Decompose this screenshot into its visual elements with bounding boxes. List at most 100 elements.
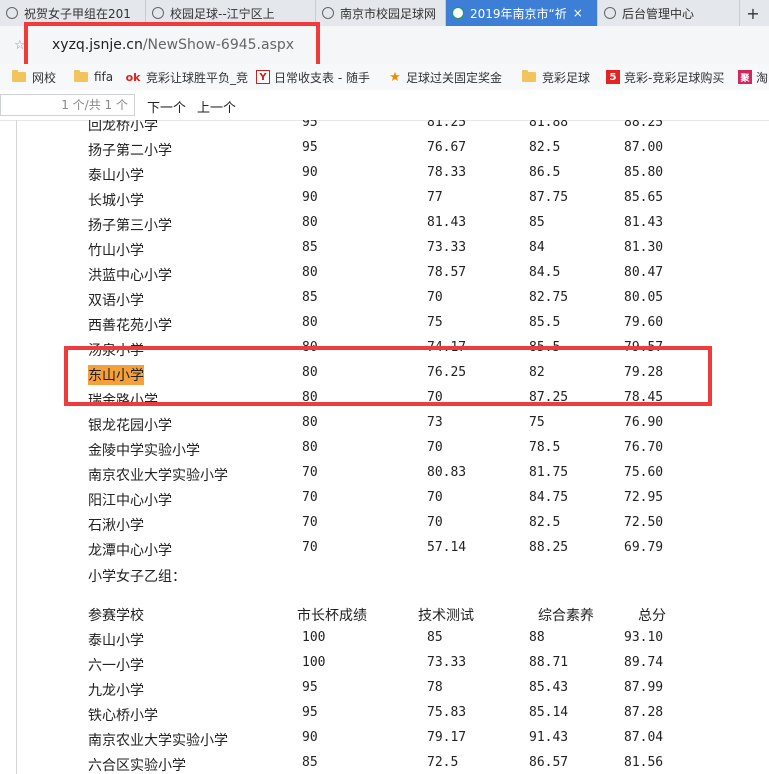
cell-school: 金陵中学实验小学 [88,443,200,459]
find-next-button[interactable]: 下一个 [147,97,186,116]
cell-school: 南京农业大学实验小学 [88,733,228,749]
table-row: 南京农业大学实验小学 90 79.17 91.43 87.04 [0,727,769,752]
header-technical: 技术测试 [418,608,474,624]
cell-b: 70 [427,440,443,455]
cell-c: 87.75 [529,190,569,205]
cell-b: 70 [427,490,443,505]
cell-school: 龙潭中心小学 [88,543,172,559]
y-icon: Y [256,70,270,84]
cell-d: 88.25 [624,120,664,130]
cell-a: 90 [302,165,318,180]
bookmark-jingcai-rangqiu[interactable]: ok 竞彩让球胜平负_竞 [124,64,248,90]
globe-icon [322,7,334,19]
cell-c: 84.5 [529,265,561,280]
cell-d: 80.05 [624,290,664,305]
cell-b: 73.33 [427,240,467,255]
bookmark-fifa[interactable]: fifa [74,64,118,90]
cell-a: 95 [302,140,318,155]
globe-icon [152,7,164,19]
folder-icon [12,70,26,82]
bookmark-wangxiao[interactable]: 网校 [12,64,72,90]
cell-c: 84 [529,240,545,255]
close-icon[interactable]: × [573,6,583,20]
find-prev-button[interactable]: 上一个 [197,97,236,116]
table-row: 铁心桥小学 95 75.83 85.14 87.28 [0,702,769,727]
cell-d: 76.90 [624,415,664,430]
bookmark-zuqiu-guoguan[interactable]: ★ 足球过关固定奖金 [388,64,508,90]
cell-c: 84.75 [529,490,569,505]
bookmark-jingcai-goumai[interactable]: 5 竞彩-竞彩足球购买 [606,64,726,90]
cell-a: 100 [302,630,326,645]
bookmarks-bar: 网校 fifa ok 竞彩让球胜平负_竞 Y 日常收支表 - 随手 ★ 足球过关… [0,64,769,91]
table-row: 六一小学 100 73.33 88.71 89.74 [0,652,769,677]
cell-d: 80.47 [624,265,664,280]
cell-b: 73.33 [427,655,467,670]
table-row: 长城小学 90 77 87.75 85.65 [0,187,769,212]
cell-b: 57.14 [427,540,467,555]
tab-5[interactable]: 后台管理中心 [598,0,740,26]
header-school: 参赛学校 [88,608,144,624]
globe-icon [604,7,616,19]
cell-c: 78.5 [529,440,561,455]
cell-d: 87.00 [624,140,664,155]
table-row: 银龙花园小学 80 73 75 76.90 [0,412,769,437]
table-row: 扬子第三小学 80 81.43 85 81.43 [0,212,769,237]
highlight-box-row [64,346,712,406]
globe-icon [452,7,464,19]
cell-school: 西善花苑小学 [88,318,172,334]
cell-a: 85 [302,755,318,770]
table-row: 龙潭中心小学 70 57.14 88.25 69.79 [0,537,769,562]
bookmark-label: 淘 [756,70,769,85]
header-mayor-cup: 市长杯成绩 [297,608,367,624]
tab-label: 2019年南京市“祈 [470,6,567,21]
cell-c: 88.71 [529,655,569,670]
cell-a: 80 [302,315,318,330]
cell-c: 91.43 [529,730,569,745]
cell-a: 95 [302,120,318,130]
table-row: 六合区实验小学 85 72.5 86.57 81.56 [0,752,769,774]
tab-label: 祝贺女子甲组在201 [24,6,131,21]
bookmark-tao[interactable]: 聚 淘 [738,64,769,90]
table-row: 洪蓝中心小学 80 78.57 84.5 80.47 [0,262,769,287]
cell-d: 87.04 [624,730,664,745]
tab-4-active[interactable]: 2019年南京市“祈 × [446,0,598,26]
cell-b: 81.25 [427,120,467,130]
cell-d: 93.10 [624,630,664,645]
cell-school: 银龙花园小学 [88,418,172,434]
cell-a: 90 [302,190,318,205]
cell-c: 82.75 [529,290,569,305]
table-row: 双语小学 85 70 82.75 80.05 [0,287,769,312]
table-row: 阳江中心小学 70 70 84.75 72.95 [0,487,769,512]
cell-c: 81.75 [529,465,569,480]
cell-c: 85.43 [529,680,569,695]
five-icon: 5 [606,70,620,84]
cell-a: 85 [302,240,318,255]
tab-label: 南京市校园足球网 [340,6,437,21]
bookmark-richang[interactable]: Y 日常收支表 - 随手 [256,64,378,90]
bookmark-label: 网校 [32,70,57,85]
cell-c: 85.14 [529,705,569,720]
table-row: 九龙小学 95 78 85.43 87.99 [0,677,769,702]
folder-icon [74,70,88,82]
cell-a: 80 [302,415,318,430]
cell-c: 88.25 [529,540,569,555]
cell-school: 南京农业大学实验小学 [88,468,228,484]
cell-d: 76.70 [624,440,664,455]
cell-d: 81.56 [624,755,664,770]
find-input[interactable]: 1 个/共 1 个 [0,94,135,116]
cell-school: 六合区实验小学 [88,758,186,774]
tab-3[interactable]: 南京市校园足球网 [316,0,446,26]
cell-school: 石湫小学 [88,518,144,534]
cell-a: 95 [302,705,318,720]
cell-d: 85.80 [624,165,664,180]
cell-a: 100 [302,655,326,670]
new-tab-button[interactable]: + [740,0,766,26]
bookmark-jingcai-zuqiu[interactable]: 竞彩足球 [522,64,598,90]
ju-icon: 聚 [738,70,752,84]
cell-school: 长城小学 [88,193,144,209]
cell-school: 六一小学 [88,658,144,674]
cell-school: 扬子第二小学 [88,143,172,159]
section-title: 小学女子乙组： [88,569,186,585]
cell-b: 80.83 [427,465,467,480]
cell-school: 阳江中心小学 [88,493,172,509]
